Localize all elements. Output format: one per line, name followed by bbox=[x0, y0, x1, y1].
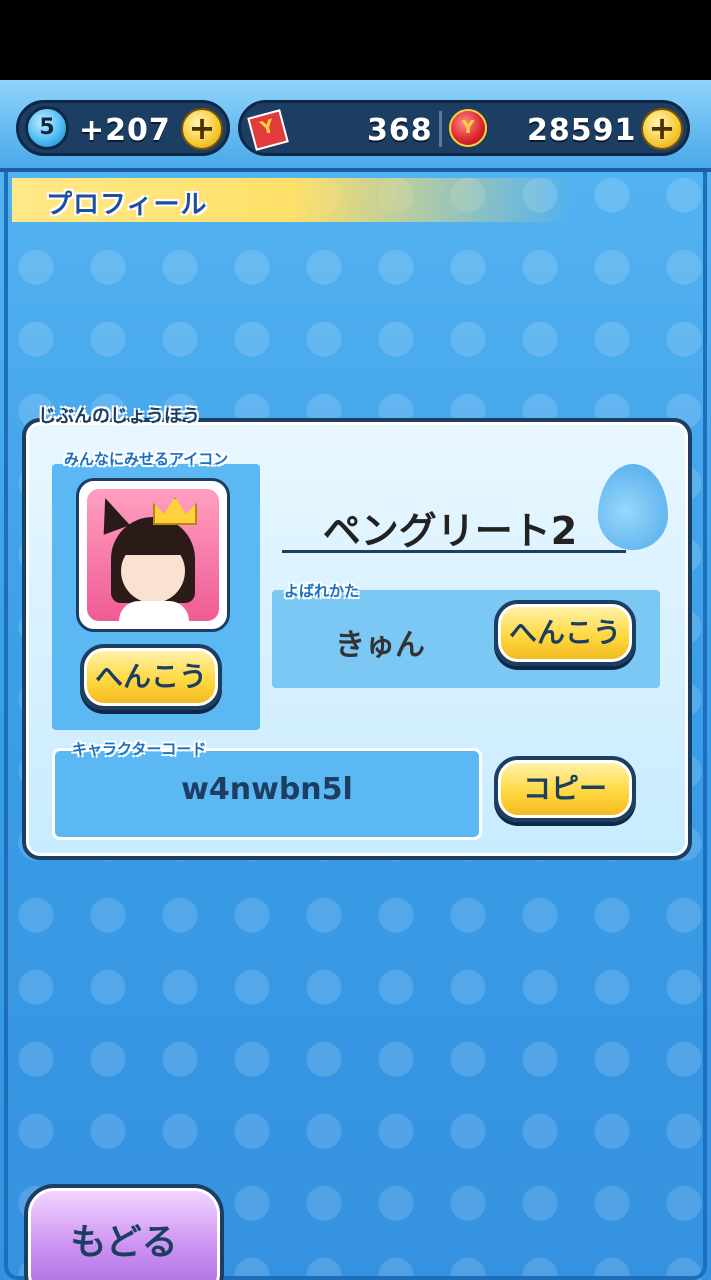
game-screen: 5 +207 + Y 368 Y 28591 + プロフィール じぶんのじょうほ… bbox=[0, 80, 711, 1280]
coin-plus-button[interactable]: + bbox=[641, 108, 683, 150]
stamina-plus-button[interactable]: + bbox=[181, 108, 223, 150]
level-badge-icon: 5 bbox=[25, 106, 69, 150]
copy-button[interactable]: コピー bbox=[494, 756, 636, 822]
crown-icon bbox=[153, 497, 197, 525]
call-name-label: よばれかた bbox=[284, 582, 360, 600]
stamina-gain-text: +207 bbox=[79, 113, 171, 148]
page-header: プロフィール bbox=[12, 178, 572, 222]
coin-count: 28591 bbox=[527, 113, 637, 148]
avatar[interactable] bbox=[76, 478, 230, 632]
back-button[interactable]: もどる bbox=[24, 1184, 224, 1280]
call-name-change-button[interactable]: へんこう bbox=[494, 600, 636, 666]
section-label: じぶんのじょうほう bbox=[38, 406, 200, 427]
page-title: プロフィール bbox=[46, 190, 208, 220]
currency-divider bbox=[439, 111, 442, 147]
ticket-icon: Y bbox=[247, 109, 289, 151]
icon-change-button[interactable]: へんこう bbox=[80, 644, 222, 710]
character-code-label: キャラクターコード bbox=[72, 740, 207, 758]
call-name-value: きゅん bbox=[335, 628, 425, 663]
avatar-portrait bbox=[87, 489, 219, 625]
icon-section-label: みんなにみせるアイコン bbox=[64, 450, 229, 468]
character-code-value: w4nwbn5l bbox=[181, 772, 353, 807]
stamina-pill: 5 +207 + bbox=[16, 100, 230, 156]
ticket-count: 368 bbox=[367, 113, 433, 148]
currency-pill: Y 368 Y 28591 + bbox=[238, 100, 690, 156]
player-name: ペングリート2 bbox=[322, 509, 578, 553]
name-underline bbox=[282, 550, 626, 553]
status-bar: 5 +207 + Y 368 Y 28591 + bbox=[0, 80, 711, 172]
coin-purse-icon: Y bbox=[449, 109, 487, 147]
